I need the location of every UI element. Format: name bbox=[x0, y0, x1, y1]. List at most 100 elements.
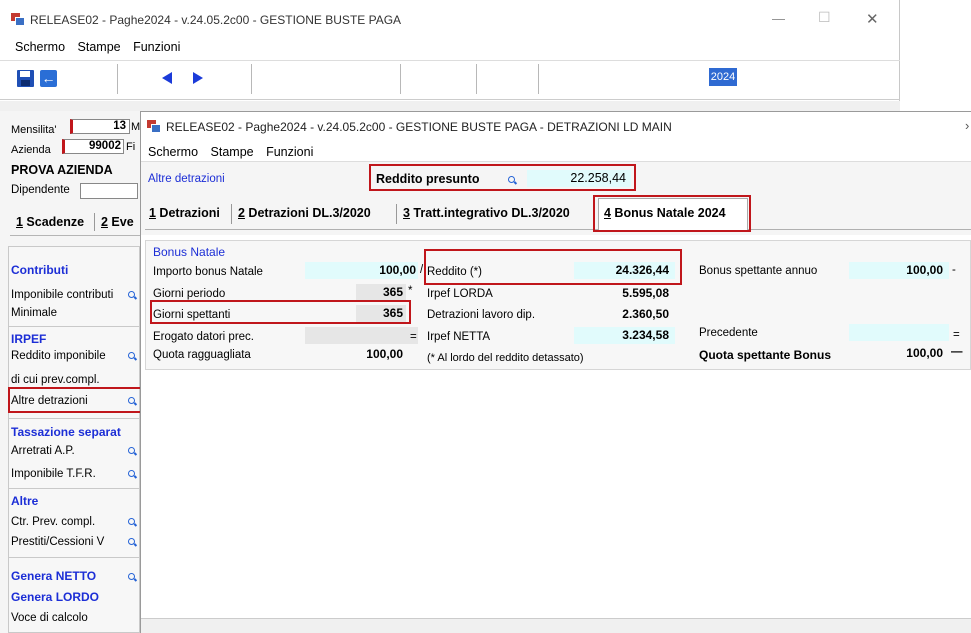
detrazioni-lavoro-value: 2.360,50 bbox=[622, 307, 669, 321]
azienda-suffix: Fi bbox=[126, 141, 136, 153]
reddito-value: 24.326,44 bbox=[615, 263, 669, 277]
contributi-title: Contributi bbox=[11, 263, 69, 277]
giorni-periodo-op: * bbox=[408, 285, 413, 297]
giorni-spettanti-label: Giorni spettanti bbox=[153, 309, 231, 321]
quota-ragguagliata-label: Quota ragguagliata bbox=[153, 349, 251, 361]
main-window-title: RELEASE02 - Paghe2024 - v.24.05.2c00 - G… bbox=[30, 13, 402, 27]
menu-schermo[interactable]: Schermo bbox=[15, 40, 65, 54]
toolbar-separator bbox=[400, 64, 401, 94]
altre-title: Altre bbox=[11, 494, 39, 508]
bonus-natale-group-title: Bonus Natale bbox=[153, 245, 226, 259]
genera-lordo-button[interactable]: Genera LORDO bbox=[11, 590, 99, 604]
arretrati-link[interactable]: Arretrati A.P. bbox=[11, 445, 75, 457]
reddito-presunto-value: 22.258,44 bbox=[570, 171, 626, 185]
dialog-menu-funzioni[interactable]: Funzioni bbox=[266, 145, 313, 159]
quota-ragguagliata-value: 100,00 bbox=[366, 347, 403, 361]
erogato-label: Erogato datori prec. bbox=[153, 331, 255, 343]
tab-separator bbox=[94, 213, 95, 231]
search-icon[interactable] bbox=[128, 470, 138, 479]
bonus-annuo-value: 100,00 bbox=[906, 263, 943, 277]
bonus-annuo-label: Bonus spettante annuo bbox=[699, 265, 818, 277]
minimize-button[interactable]: — bbox=[772, 11, 785, 26]
azienda-field[interactable]: 99002 bbox=[62, 139, 124, 154]
irpef-lorda-label: Irpef LORDA bbox=[427, 288, 493, 300]
save-icon[interactable] bbox=[17, 70, 34, 87]
dipendente-field[interactable] bbox=[80, 183, 138, 199]
giorni-periodo-label: Giorni periodo bbox=[153, 288, 226, 300]
tab-eventi[interactable]: 2 Eve bbox=[101, 215, 134, 229]
search-icon[interactable] bbox=[128, 538, 138, 547]
search-icon[interactable] bbox=[128, 291, 138, 300]
tab-scadenze[interactable]: 1 Scadenze bbox=[16, 215, 84, 229]
main-header-area bbox=[0, 101, 900, 111]
menu-funzioni[interactable]: Funzioni bbox=[133, 40, 180, 54]
precedente-field[interactable] bbox=[849, 324, 949, 341]
reddito-imponibile-link[interactable]: Reddito imponibile bbox=[11, 350, 106, 362]
mensilita-label: Mensilita' bbox=[11, 124, 57, 136]
search-icon[interactable] bbox=[508, 176, 518, 185]
mensilita-field[interactable]: 13 bbox=[70, 119, 130, 134]
tab-tratt-integrativo[interactable]: 3 Tratt.integrativo DL.3/2020 bbox=[403, 206, 570, 220]
back-arrow-icon[interactable]: ← bbox=[40, 70, 57, 87]
altre-detrazioni-link[interactable]: Altre detrazioni bbox=[11, 395, 88, 407]
search-icon[interactable] bbox=[128, 573, 138, 582]
mensilita-suffix: M bbox=[131, 121, 141, 133]
close-button[interactable]: ✕ bbox=[866, 10, 879, 28]
prev-record-icon[interactable] bbox=[162, 72, 172, 84]
dialog-menu-bar: Schermo Stampe Funzioni bbox=[148, 145, 322, 159]
irpef-title: IRPEF bbox=[11, 332, 47, 346]
menu-stampe[interactable]: Stampe bbox=[78, 40, 121, 54]
tab-bonus-natale[interactable]: 4 Bonus Natale 2024 bbox=[604, 206, 726, 220]
toolbar-separator bbox=[476, 64, 477, 94]
quota-bonus-op: — bbox=[951, 346, 963, 358]
tab-separator bbox=[231, 204, 232, 224]
voce-calcolo-link[interactable]: Voce di calcolo bbox=[11, 612, 88, 624]
section-divider bbox=[9, 488, 140, 489]
search-icon[interactable] bbox=[128, 397, 138, 406]
prestiti-link[interactable]: Prestiti/Cessioni V bbox=[11, 536, 104, 548]
maximize-button[interactable]: ☐ bbox=[818, 9, 831, 26]
next-record-icon[interactable] bbox=[193, 72, 203, 84]
irpef-netta-label: Irpef NETTA bbox=[427, 331, 491, 343]
genera-netto-button[interactable]: Genera NETTO bbox=[11, 569, 96, 583]
precedente-op: = bbox=[953, 329, 960, 341]
search-icon[interactable] bbox=[128, 518, 138, 527]
dialog-app-icon bbox=[147, 120, 161, 133]
di-cui-prev-label: di cui prev.compl. bbox=[11, 374, 100, 386]
erogato-op: = bbox=[410, 331, 417, 343]
toolbar-separator bbox=[251, 64, 252, 94]
bonus-annuo-op: - bbox=[952, 264, 956, 276]
quota-bonus-label: Quota spettante Bonus bbox=[699, 348, 832, 362]
search-icon[interactable] bbox=[128, 352, 138, 361]
altre-detrazioni-link[interactable]: Altre detrazioni bbox=[148, 173, 225, 185]
erogato-field[interactable] bbox=[305, 327, 418, 344]
tab-detrazioni[interactable]: 1 Detrazioni bbox=[149, 206, 220, 220]
azienda-label: Azienda bbox=[11, 144, 51, 156]
precedente-label: Precedente bbox=[699, 327, 758, 339]
giorni-periodo-value: 365 bbox=[382, 285, 403, 299]
company-name: PROVA AZIENDA bbox=[11, 163, 113, 177]
dialog-menu-stampe[interactable]: Stampe bbox=[211, 145, 254, 159]
toolbar-separator bbox=[538, 64, 539, 94]
importo-bonus-value: 100,00 bbox=[379, 263, 416, 277]
section-divider bbox=[9, 418, 140, 419]
tab-detrazioni-dl[interactable]: 2 Detrazioni DL.3/2020 bbox=[238, 206, 371, 220]
search-icon[interactable] bbox=[128, 447, 138, 456]
toolbar bbox=[0, 60, 900, 100]
dialog-close-button[interactable]: › bbox=[965, 118, 969, 133]
dialog-menu-schermo[interactable]: Schermo bbox=[148, 145, 198, 159]
tassazione-title: Tassazione separat bbox=[11, 425, 121, 439]
tab-separator bbox=[396, 204, 397, 224]
minimale-label: Minimale bbox=[11, 307, 58, 319]
toolbar-separator bbox=[117, 64, 118, 94]
app-icon bbox=[11, 13, 25, 26]
imponibile-contributi-link[interactable]: Imponibile contributi bbox=[11, 289, 113, 301]
bonus-natale-panel bbox=[145, 240, 971, 370]
ctr-prev-link[interactable]: Ctr. Prev. compl. bbox=[11, 516, 95, 528]
imponibile-tfr-link[interactable]: Imponibile T.F.R. bbox=[11, 468, 96, 480]
detrazioni-lavoro-label: Detrazioni lavoro dip. bbox=[427, 309, 536, 321]
importo-bonus-label: Importo bonus Natale bbox=[153, 266, 263, 278]
section-divider bbox=[9, 326, 140, 327]
section-divider bbox=[9, 557, 140, 558]
dialog-title: RELEASE02 - Paghe2024 - v.24.05.2c00 - G… bbox=[166, 120, 672, 134]
